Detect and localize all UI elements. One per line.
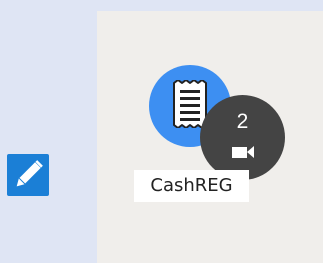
node-label[interactable]: CashREG — [134, 170, 249, 202]
edit-button[interactable] — [7, 154, 49, 196]
node-name: CashREG — [150, 175, 233, 196]
pencil-icon — [16, 160, 43, 187]
camera-count-badge[interactable]: 2 — [200, 95, 285, 180]
video-camera-icon — [232, 146, 254, 158]
app-root: 2 CashREG — [0, 0, 323, 263]
camera-count: 2 — [236, 110, 249, 133]
